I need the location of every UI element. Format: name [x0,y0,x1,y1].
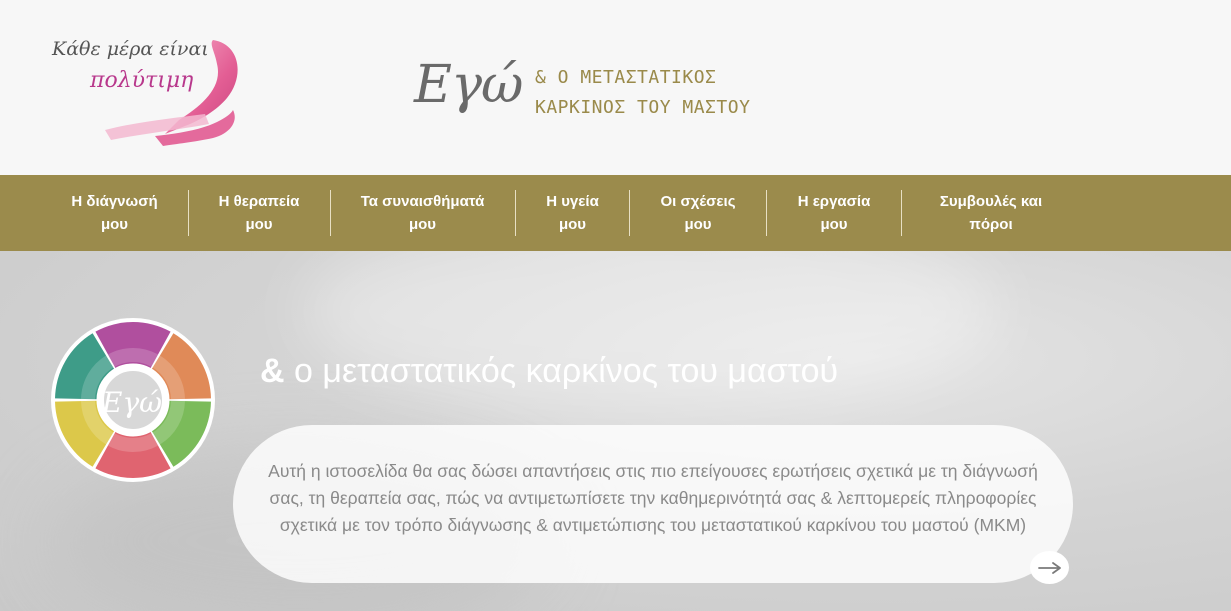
brand-subtitle-line2: ΚΑΡΚΙΝΟΣ ΤΟΥ ΜΑΣΤΟΥ [535,97,751,118]
nav-label-line1: Η θεραπεία [218,193,300,210]
nav-label-line2: μου [820,216,848,233]
hero-title: & ο μεταστατικός καρκίνος του μαστού [260,352,838,391]
logo-tagline-line2: πολύτιμη [90,68,194,93]
brand-subtitle: & Ο ΜΕΤΑΣΤΑΤΙΚΟΣ ΚΑΡΚΙΝΟΣ ΤΟΥ ΜΑΣΤΟΥ [535,63,750,123]
nav-label-line2: μου [408,216,437,233]
nav-divider [330,190,331,236]
read-more-button[interactable] [1030,551,1069,584]
nav-label-line2: μου [684,216,712,233]
brand-subtitle-line1: & Ο ΜΕΤΑΣΤΑΤΙΚΟΣ [535,67,717,88]
nav-divider [188,190,189,236]
nav-label-line1: Τα συναισθήματά [360,193,485,210]
nav-label-line1: Η υγεία [546,193,599,210]
nav-divider [629,190,630,236]
hero-section: Εγώ & ο μεταστατικός καρκίνος του μαστού… [0,251,1231,611]
nav-label-line2: μου [100,216,129,233]
nav-item-resources[interactable]: Συμβουλές και πόροι [911,189,1071,237]
wheel-label: Εγώ [101,386,162,419]
nav-label-line1: Οι σχέσεις [660,193,736,210]
nav-item-diagnosis[interactable]: Η διάγνωσή μου [52,189,177,237]
intro-bubble: Αυτή η ιστοσελίδα θα σας δώσει απαντήσει… [233,425,1073,583]
nav-divider [901,190,902,236]
nav-label-line1: Η διάγνωσή [71,193,158,210]
nav-label-line1: Συμβουλές και [939,193,1043,210]
nav-label-line2: μου [245,216,273,233]
nav-divider [515,190,516,236]
nav-item-treatment[interactable]: Η θεραπεία μου [198,189,320,237]
nav-item-relationships[interactable]: Οι σχέσεις μου [639,189,757,237]
nav-label-line1: Η εργασία [797,193,871,210]
arrow-right-icon [1037,561,1061,574]
main-navigation: Η διάγνωσή μου Η θεραπεία μου Τα συναισθήμ… [0,175,1231,251]
nav-label-line2: μου [558,216,587,233]
brand-title: Εγώ [414,55,523,115]
campaign-logo[interactable]: Κάθε μέρα είναι πολύτιμη [50,32,240,147]
nav-item-health[interactable]: Η υγεία μου [525,189,620,237]
nav-item-emotions[interactable]: Τα συναισθήματά μου [340,189,505,237]
nav-item-work[interactable]: Η εργασία μου [776,189,892,237]
ego-wheel-logo[interactable]: Εγώ [50,317,216,483]
hero-title-text: ο μεταστατικός καρκίνος του μαστού [284,352,839,390]
intro-text: Αυτή η ιστοσελίδα θα σας δώσει απαντήσει… [268,461,1038,535]
nav-label-line2: πόροι [969,216,1013,233]
hero-title-ampersand: & [260,352,285,390]
nav-divider [766,190,767,236]
site-header: Κάθε μέρα είναι πολύτιμη Εγώ & Ο ΜΕΤΑΣΤΑ… [0,0,1231,175]
logo-tagline-line1: Κάθε μέρα είναι [52,38,209,60]
